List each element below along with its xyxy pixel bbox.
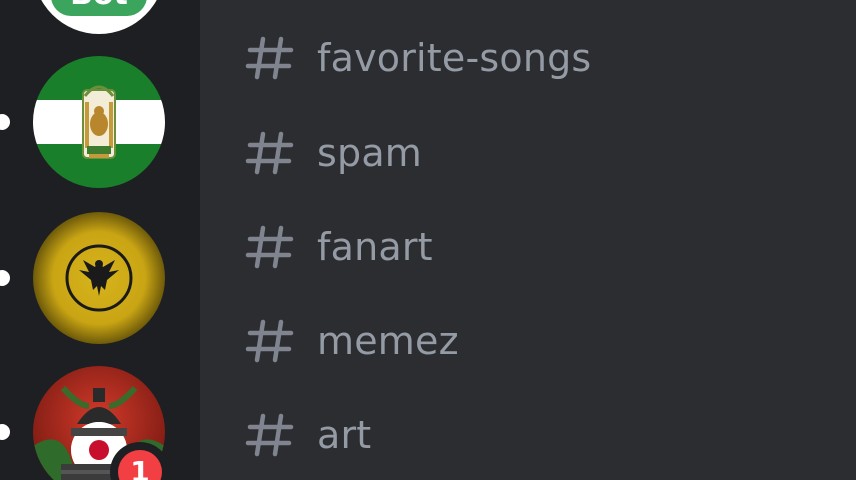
server-icon-eagle[interactable] [33, 212, 165, 344]
unread-indicator [0, 114, 10, 130]
channel-name: art [317, 413, 372, 457]
channel-item-art[interactable]: art [245, 405, 371, 465]
hash-icon [245, 225, 294, 269]
eagle-emblem-icon [33, 212, 165, 344]
channel-name: fanart [317, 225, 433, 269]
hash-icon [245, 319, 294, 363]
channel-item-fanart[interactable]: fanart [245, 217, 433, 277]
discord-mobile-app: Bot [0, 0, 856, 480]
channel-item-memez[interactable]: memez [245, 311, 459, 371]
hash-icon [245, 131, 294, 175]
unread-indicator [0, 270, 10, 286]
andalusia-flag-icon [33, 56, 165, 188]
mention-count: 1 [118, 450, 162, 480]
svg-text:Bot: Bot [70, 0, 128, 12]
channel-name: favorite-songs [317, 36, 592, 80]
green-server-icon: Bot [41, 0, 157, 34]
channel-item-favorite-songs[interactable]: favorite-songs [245, 28, 591, 88]
hash-icon [245, 36, 294, 80]
channel-item-spam[interactable]: spam [245, 123, 422, 183]
server-list: Bot [0, 0, 200, 480]
unread-indicator [0, 424, 10, 440]
server-icon-top[interactable]: Bot [33, 0, 165, 34]
channel-name: memez [317, 319, 459, 363]
server-icon-andalusia[interactable] [33, 56, 165, 188]
hash-icon [245, 413, 294, 457]
channel-name: spam [317, 131, 423, 175]
